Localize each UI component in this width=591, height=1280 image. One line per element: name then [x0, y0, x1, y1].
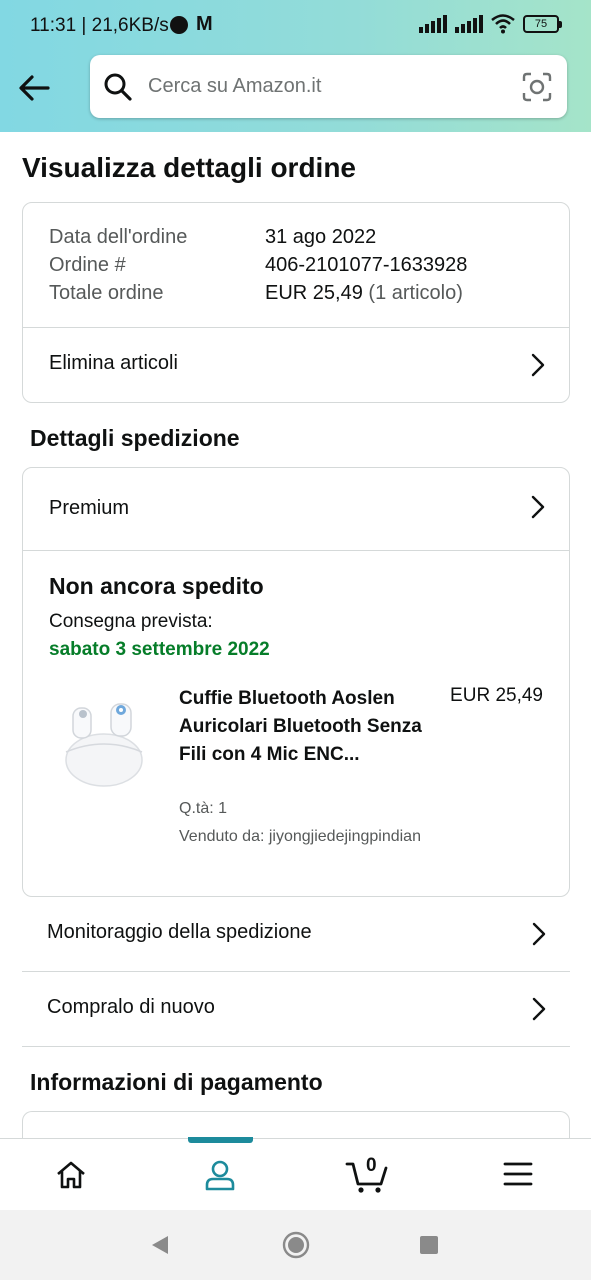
shipping-section-title: Dettagli spedizione — [30, 425, 240, 451]
order-summary-card: Data dell'ordine 31 ago 2022 Ordine # 40… — [22, 202, 570, 403]
signal-icon-2 — [455, 15, 483, 33]
wifi-icon — [491, 14, 515, 34]
home-icon — [57, 1161, 85, 1189]
nav-home[interactable] — [0, 1139, 147, 1211]
status-icons: 75 — [419, 14, 562, 34]
system-back-icon[interactable] — [150, 1234, 170, 1256]
chevron-right-icon — [532, 997, 546, 1021]
page-title: Visualizza dettagli ordine — [22, 152, 357, 183]
signal-icon — [419, 15, 447, 33]
order-date-label: Data dell'ordine — [49, 226, 188, 248]
battery-icon: 75 — [523, 15, 562, 33]
nav-account[interactable] — [147, 1139, 294, 1211]
search-icon — [104, 73, 132, 101]
divider — [23, 550, 569, 551]
shipment-status: Non ancora spedito — [49, 573, 264, 599]
chevron-right-icon — [532, 922, 546, 946]
status-time: 11:31 | 21,6KB/s — [30, 15, 169, 36]
back-arrow-icon[interactable] — [14, 68, 54, 108]
notification-dot-icon — [170, 16, 188, 34]
order-number-label: Ordine # — [49, 254, 126, 276]
buy-again-label: Compralo di nuovo — [47, 996, 215, 1018]
order-number-value: 406-2101077-1633928 — [265, 254, 468, 276]
product-image[interactable] — [61, 686, 147, 790]
shipping-method-row[interactable]: Premium — [23, 468, 569, 550]
chevron-right-icon — [531, 495, 545, 519]
shipping-method-label: Premium — [49, 497, 130, 519]
search-bar[interactable]: Cerca su Amazon.it — [90, 55, 567, 118]
nav-menu[interactable] — [441, 1139, 588, 1211]
order-total-label: Totale ordine — [49, 282, 164, 304]
track-shipment-label: Monitoraggio della spedizione — [47, 921, 312, 943]
shipping-card: Premium Non ancora spedito Consegna prev… — [22, 467, 570, 897]
delete-items-row[interactable]: Elimina articoli — [23, 328, 569, 404]
product-seller: Venduto da: jiyongjiedejingpindian — [179, 828, 421, 845]
carrier-logo-icon: M — [196, 13, 213, 35]
menu-icon — [503, 1162, 533, 1186]
order-total-note: (1 articolo) — [368, 282, 463, 304]
buy-again-row[interactable]: Compralo di nuovo — [22, 972, 570, 1047]
delivery-label: Consegna prevista: — [49, 611, 213, 632]
system-navigation-bar — [0, 1210, 591, 1280]
delivery-date: sabato 3 settembre 2022 — [49, 639, 270, 660]
system-home-icon[interactable] — [282, 1231, 310, 1259]
camera-scan-icon[interactable] — [521, 71, 553, 103]
bottom-navigation: 0 — [0, 1137, 591, 1211]
product-quantity: Q.tà: 1 — [179, 800, 228, 817]
order-date-value: 31 ago 2022 — [265, 226, 377, 248]
order-total-value: EUR 25,49 (1 articolo) — [265, 282, 463, 305]
nav-cart[interactable]: 0 — [294, 1139, 441, 1211]
track-shipment-row[interactable]: Monitoraggio della spedizione — [22, 897, 570, 972]
cart-count-badge: 0 — [366, 1155, 377, 1176]
chevron-right-icon — [531, 353, 545, 377]
system-recents-icon[interactable] — [419, 1235, 439, 1255]
user-icon — [205, 1160, 235, 1191]
product-price: EUR 25,49 — [450, 685, 543, 706]
payment-section-title: Informazioni di pagamento — [30, 1069, 323, 1095]
status-bar: 11:31 | 21,6KB/s M 75 — [0, 0, 591, 52]
app-header: 11:31 | 21,6KB/s M 75 Cerca su Amazon.it — [0, 0, 591, 132]
order-total-amount: EUR 25,49 — [265, 282, 363, 304]
search-input[interactable]: Cerca su Amazon.it — [148, 75, 321, 98]
product-title[interactable]: Cuffie Bluetooth Aoslen Auricolari Bluet… — [179, 685, 429, 769]
delete-items-label: Elimina articoli — [49, 352, 178, 374]
